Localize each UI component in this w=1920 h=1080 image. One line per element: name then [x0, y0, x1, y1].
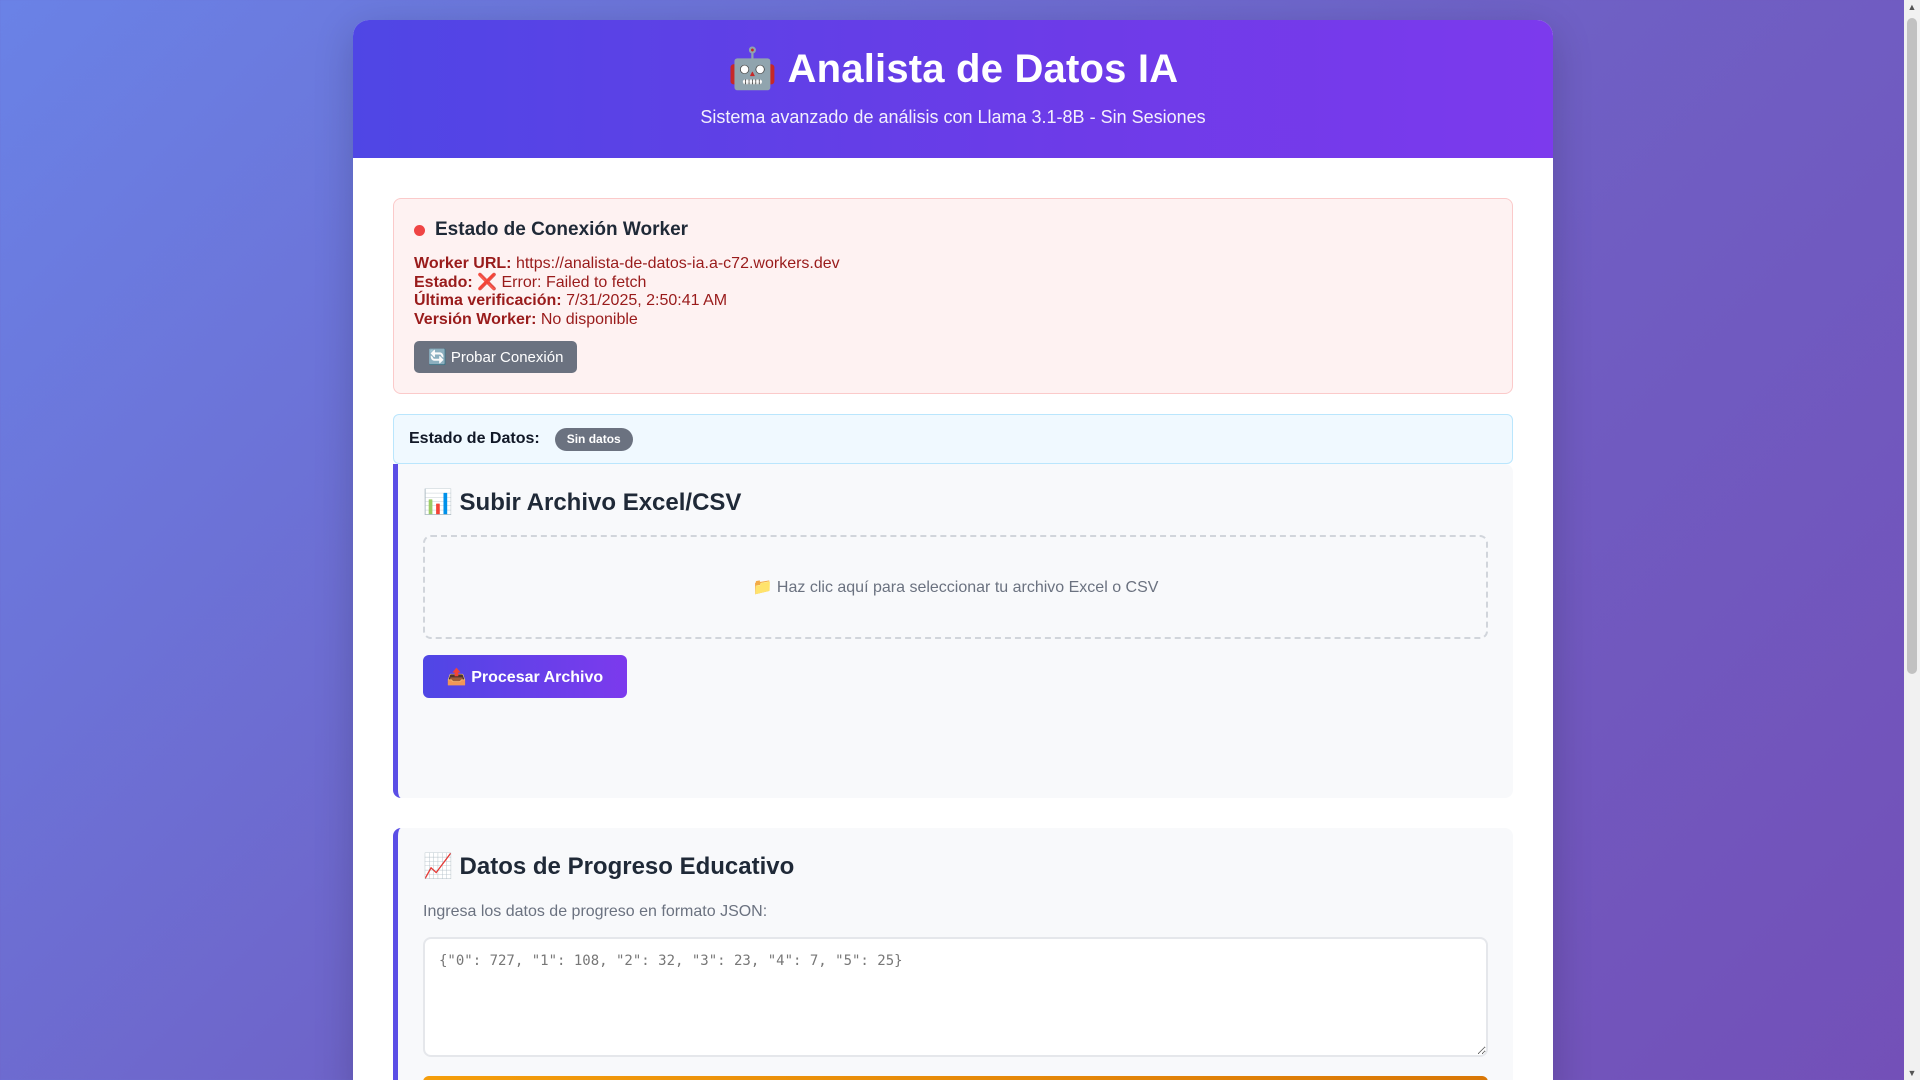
app-container: 🤖 Analista de Datos IA Sistema avanzado … [353, 20, 1553, 1080]
connection-status-panel: Estado de Conexión Worker Worker URL: ht… [393, 198, 1513, 394]
worker-version-row: Versión Worker: No disponible [414, 311, 1492, 330]
connection-title: Estado de Conexión Worker [414, 219, 1492, 241]
test-connection-button[interactable]: 🔄 Probar Conexión [414, 341, 578, 373]
estado-value: ❌ Error: Failed to fetch [477, 273, 647, 291]
worker-url-value: https://analista-de-datos-ia.a-c72.worke… [515, 255, 840, 272]
progress-json-input[interactable] [423, 937, 1488, 1057]
progress-section: 📈 Datos de Progreso Educativo Ingresa lo… [393, 828, 1513, 1080]
connection-title-text: Estado de Conexión Worker [435, 219, 689, 240]
status-badge: Sin datos [554, 427, 633, 451]
app-header: 🤖 Analista de Datos IA Sistema avanzado … [353, 20, 1553, 158]
last-check-label: Última verificación: [414, 292, 562, 309]
data-status-label: Estado de Datos: [409, 430, 540, 447]
upload-title: 📊 Subir Archivo Excel/CSV [423, 489, 742, 516]
last-check-value: 7/31/2025, 2:50:41 AM [566, 292, 728, 309]
data-status-bar: Estado de Datos: Sin datos [393, 414, 1513, 464]
worker-version-value: No disponible [540, 310, 638, 328]
worker-version-label: Versión Worker: [414, 310, 537, 328]
main-content: Estado de Conexión Worker Worker URL: ht… [353, 158, 1553, 1080]
process-file-button[interactable]: 📤 Procesar Archivo [423, 655, 627, 698]
progress-json-label: Ingresa los datos de progreso en formato… [423, 903, 768, 920]
page-scrollbar[interactable]: ▲ ▼ [1904, 0, 1920, 1080]
estado-label: Estado: [414, 273, 473, 291]
scrollbar-thumb[interactable] [1907, 18, 1917, 674]
worker-url-row: Worker URL: https://analista-de-datos-ia… [414, 255, 1492, 274]
scroll-up-icon[interactable]: ▲ [1904, 2, 1920, 12]
page-title: 🤖 Analista de Datos IA [727, 47, 1179, 91]
file-dropzone[interactable]: 📁 Haz clic aquí para seleccionar tu arch… [423, 535, 1488, 639]
analyze-progress-button[interactable] [423, 1076, 1488, 1080]
progress-title: 📈 Datos de Progreso Educativo [423, 853, 795, 880]
upload-section: 📊 Subir Archivo Excel/CSV 📁 Haz clic aqu… [393, 464, 1513, 798]
worker-url-label: Worker URL: [414, 255, 512, 272]
scroll-down-icon[interactable]: ▼ [1904, 1068, 1920, 1078]
connection-details: Worker URL: https://analista-de-datos-ia… [414, 255, 1492, 329]
last-check-row: Última verificación: 7/31/2025, 2:50:41 … [414, 292, 1492, 311]
status-dot-icon [414, 224, 425, 236]
page-subtitle: Sistema avanzado de análisis con Llama 3… [700, 107, 1206, 127]
estado-row: Estado: ❌ Error: Failed to fetch [414, 274, 1492, 293]
